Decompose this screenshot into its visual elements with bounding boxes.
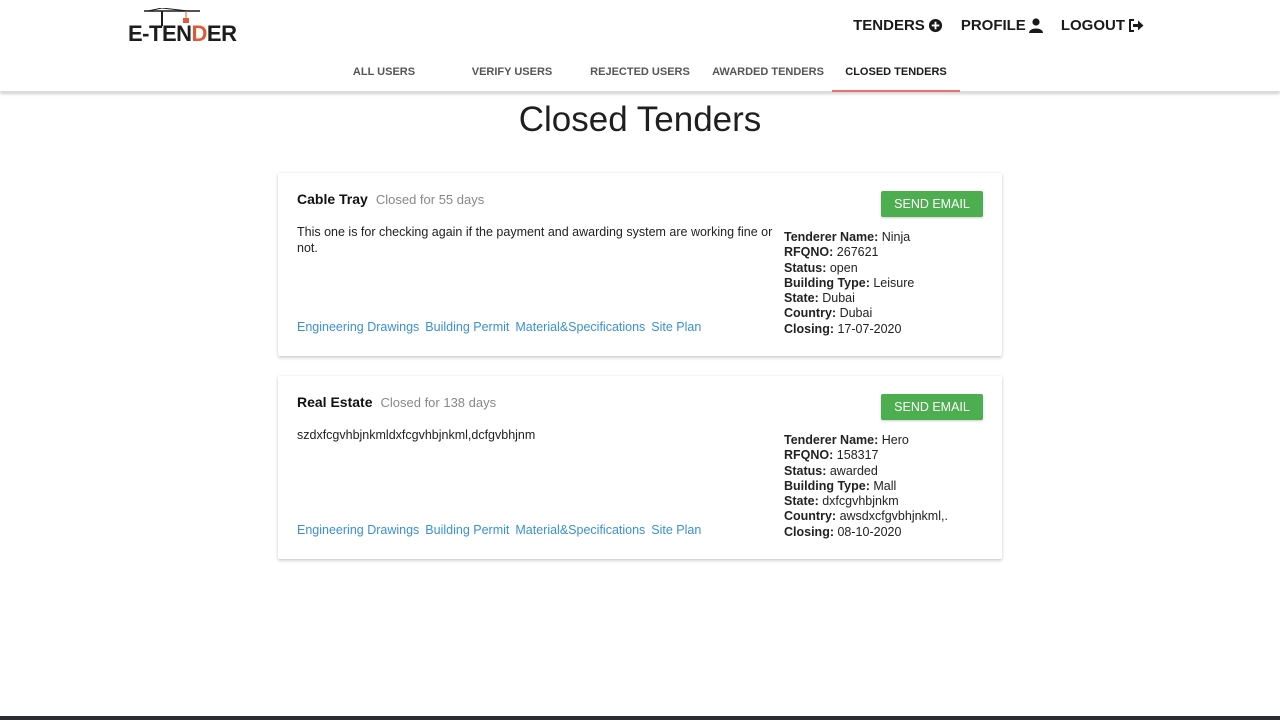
tab-all-users[interactable]: ALL USERS: [320, 56, 448, 92]
tender-details: Tenderer Name: Hero RFQNO: 158317 Status…: [784, 433, 948, 540]
logo-text: E-TENDER: [128, 21, 237, 46]
detail-building-type: Building Type: Leisure: [784, 275, 915, 290]
nav-profile-label: PROFILE: [960, 17, 1026, 34]
tender-document-links: Engineering Drawings Building Permit Mat…: [297, 523, 701, 537]
detail-status: Status: open: [784, 260, 858, 275]
tender-title: Real Estate: [297, 394, 373, 410]
link-material-specifications[interactable]: Material&Specifications: [515, 320, 645, 334]
tab-rejected-users[interactable]: REJECTED USERS: [576, 56, 704, 92]
link-engineering-drawings[interactable]: Engineering Drawings: [297, 523, 419, 537]
tender-title: Cable Tray: [297, 191, 368, 207]
detail-state: State: Dubai: [784, 291, 855, 306]
detail-status: Status: awarded: [784, 463, 878, 478]
send-email-button[interactable]: SEND EMAIL: [881, 394, 983, 420]
detail-country: Country: awsdxcfgvbhjnkml,.: [784, 509, 948, 524]
header: E-TENDER TENDERS PROFILE LOGOUT ALL USER…: [0, 0, 1280, 92]
link-site-plan[interactable]: Site Plan: [651, 320, 701, 334]
page-title: Closed Tenders: [518, 100, 762, 139]
tab-verify-users[interactable]: VERIFY USERS: [448, 56, 576, 92]
detail-closing: Closing: 17-07-2020: [784, 321, 902, 336]
tender-title-row: Real Estate Closed for 138 days: [297, 394, 496, 410]
detail-building-type: Building Type: Mall: [784, 478, 897, 493]
detail-country: Country: Dubai: [784, 306, 873, 321]
bottom-edge-bar: [0, 716, 1280, 720]
nav-tenders[interactable]: TENDERS: [853, 17, 943, 34]
link-engineering-drawings[interactable]: Engineering Drawings: [297, 320, 419, 334]
detail-rfqno: RFQNO: 267621: [784, 245, 879, 260]
tender-title-row: Cable Tray Closed for 55 days: [297, 191, 484, 207]
link-site-plan[interactable]: Site Plan: [651, 523, 701, 537]
tender-closed-duration: Closed for 138 days: [380, 395, 497, 410]
tab-awarded-tenders[interactable]: AWARDED TENDERS: [704, 56, 832, 92]
nav-logout-label: LOGOUT: [1060, 17, 1125, 34]
link-building-permit[interactable]: Building Permit: [425, 320, 509, 334]
tender-description: This one is for checking again if the pa…: [297, 225, 773, 255]
top-nav: TENDERS PROFILE LOGOUT: [853, 17, 1144, 34]
detail-rfqno: RFQNO: 158317: [784, 448, 879, 463]
logout-icon: [1129, 19, 1144, 32]
detail-tenderer-name: Tenderer Name: Hero: [784, 433, 909, 447]
e-tender-logo[interactable]: E-TENDER: [128, 8, 237, 48]
nav-profile[interactable]: PROFILE: [961, 17, 1043, 34]
admin-tabs: ALL USERS VERIFY USERS REJECTED USERS AW…: [320, 56, 960, 92]
user-icon: [1028, 18, 1043, 33]
plus-circle-icon: [928, 18, 942, 33]
detail-closing: Closing: 08-10-2020: [784, 524, 902, 539]
detail-state: State: dxfcgvhbjnkm: [784, 494, 899, 509]
tender-document-links: Engineering Drawings Building Permit Mat…: [297, 320, 701, 334]
tab-closed-tenders[interactable]: CLOSED TENDERS: [832, 56, 960, 92]
link-building-permit[interactable]: Building Permit: [425, 523, 509, 537]
tender-description: szdxfcgvhbjnkmldxfcgvhbjnkml,dcfgvbhjnm: [297, 428, 536, 442]
detail-tenderer-name: Tenderer Name: Ninja: [784, 230, 911, 244]
tender-details: Tenderer Name: Ninja RFQNO: 267621 Statu…: [784, 230, 914, 337]
tender-card: Cable Tray Closed for 55 days This one is…: [278, 173, 1002, 356]
send-email-button[interactable]: SEND EMAIL: [881, 191, 983, 217]
tender-card: Real Estate Closed for 138 days szdxfcgvh…: [278, 376, 1002, 559]
tender-closed-duration: Closed for 55 days: [375, 192, 485, 207]
link-material-specifications[interactable]: Material&Specifications: [515, 523, 645, 537]
nav-tenders-label: TENDERS: [853, 17, 925, 34]
nav-logout[interactable]: LOGOUT: [1061, 17, 1144, 34]
